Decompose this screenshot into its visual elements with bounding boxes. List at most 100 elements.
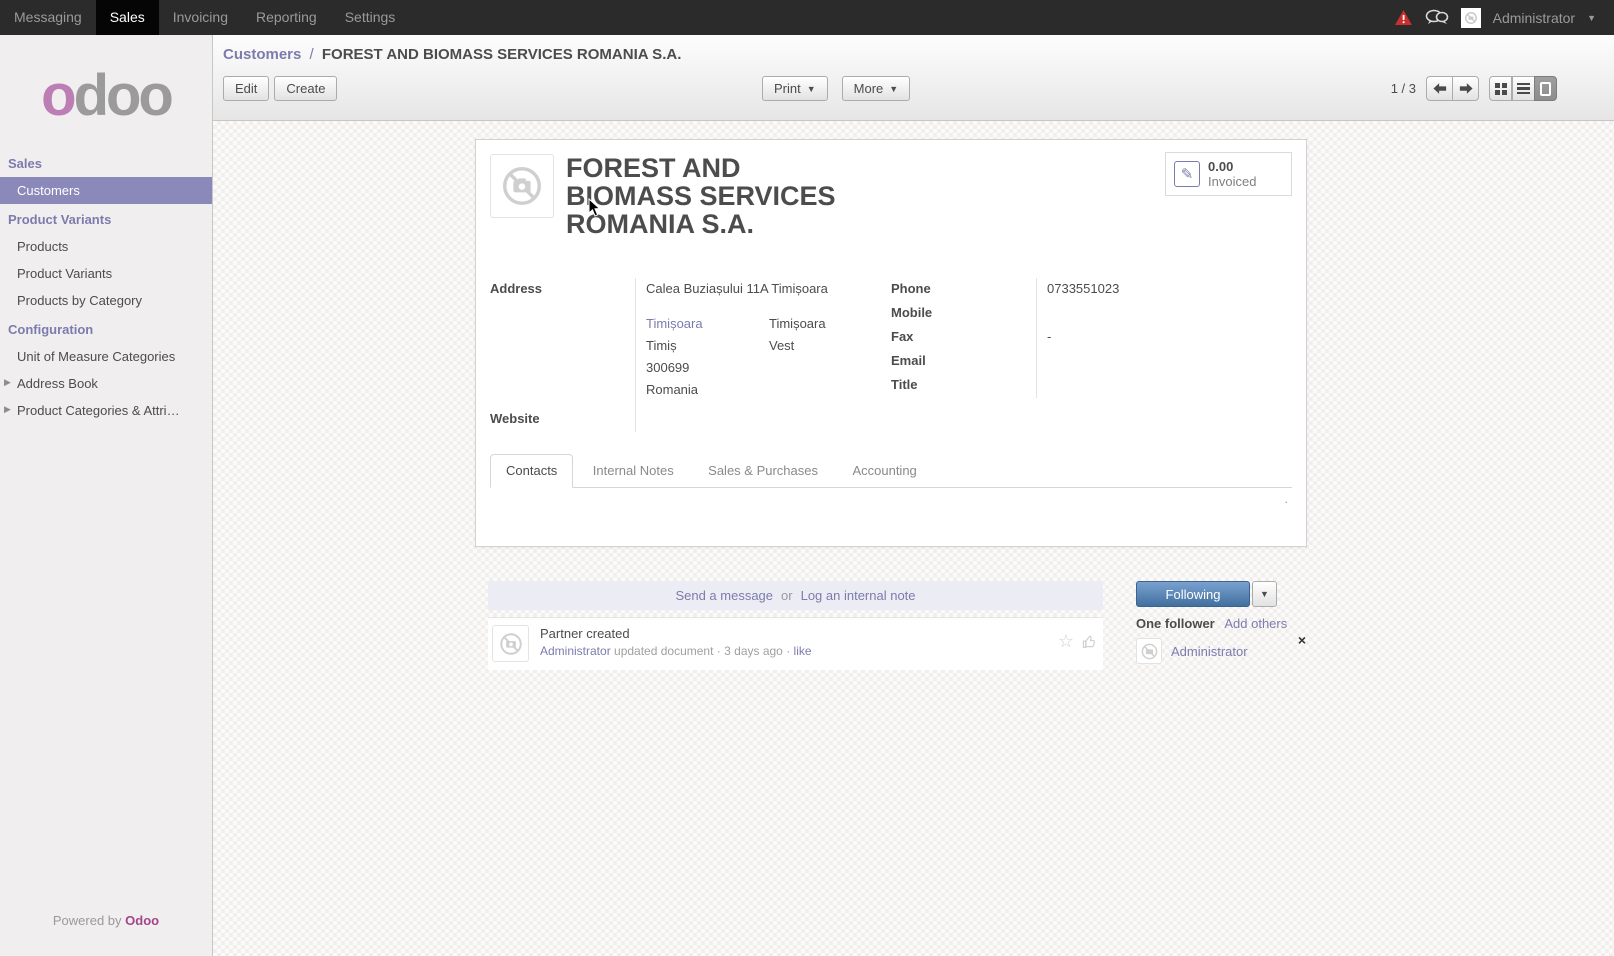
mobile-value [1036, 302, 1292, 326]
expand-arrow-icon[interactable]: ▶ [4, 404, 11, 415]
chatter: Send a message or Log an internal note P… [488, 581, 1306, 670]
star-icon[interactable]: ☆ [1058, 633, 1074, 649]
pager-previous-button[interactable] [1426, 76, 1453, 101]
toolbar: Edit Create Print▼ More▼ 1 / 3 [213, 76, 1614, 102]
sidebar-item-customers[interactable]: Customers [0, 177, 212, 204]
zip: 300699 [646, 357, 769, 379]
sidebar-section-configuration: Configuration [0, 314, 212, 343]
chevron-down-icon: ▼ [1260, 589, 1269, 599]
field-column-right: Phone 0733551023 Mobile Fax - Email Titl… [891, 278, 1292, 432]
warning-icon[interactable] [1394, 9, 1413, 26]
menu-sales[interactable]: Sales [96, 0, 159, 35]
message-thread: Send a message or Log an internal note P… [488, 581, 1103, 670]
kanban-view-button[interactable] [1489, 76, 1512, 101]
message-title: Partner created [540, 625, 1058, 641]
notebook-tabs: Contacts Internal Notes Sales & Purchase… [490, 453, 1292, 488]
powered-by: Powered by Odoo [0, 913, 212, 928]
user-avatar[interactable] [1461, 8, 1481, 28]
contacts-tab-content: . [490, 488, 1292, 532]
composer-bar: Send a message or Log an internal note [488, 581, 1103, 610]
arrow-left-icon [1433, 82, 1447, 95]
odoo-logo: odoo [0, 43, 212, 148]
message-item: Partner created Administrator updated do… [488, 618, 1103, 670]
create-button[interactable]: Create [274, 76, 337, 101]
tab-sales-purchases[interactable]: Sales & Purchases [693, 455, 833, 487]
log-internal-note-link[interactable]: Log an internal note [801, 588, 916, 603]
add-others-link[interactable]: Add others [1224, 616, 1287, 631]
form-view-button[interactable] [1534, 76, 1557, 101]
mark-as-read-icon[interactable] [1080, 633, 1097, 655]
top-bar: Messaging Sales Invoicing Reporting Sett… [0, 0, 1614, 35]
tab-content-dot: . [1285, 492, 1288, 506]
sidebar-item-product-variants[interactable]: Product Variants [0, 260, 212, 287]
partner-image[interactable] [490, 154, 554, 218]
message-author-avatar [492, 625, 529, 662]
following-button[interactable]: Following [1136, 581, 1250, 607]
sidebar-section-sales: Sales [0, 148, 212, 177]
menu-invoicing[interactable]: Invoicing [159, 0, 242, 35]
title-label: Title [891, 374, 1036, 398]
sidebar: odoo Sales Customers Product Variants Pr… [0, 35, 213, 956]
menu-reporting[interactable]: Reporting [242, 0, 331, 35]
following-dropdown-button[interactable]: ▼ [1252, 581, 1277, 607]
content-area: FOREST AND BIOMASS SERVICES ROMANIA S.A.… [213, 121, 1614, 956]
view-switcher [1489, 76, 1557, 101]
remove-follower-button[interactable]: × [1298, 632, 1306, 648]
sidebar-item-address-book[interactable]: ▶Address Book [0, 370, 212, 397]
breadcrumb: Customers / FOREST AND BIOMASS SERVICES … [213, 35, 1614, 63]
state: Timiș [646, 335, 769, 357]
edit-button[interactable]: Edit [223, 76, 269, 101]
sidebar-item-product-categories[interactable]: ▶Product Categories & Attri… [0, 397, 212, 424]
print-button[interactable]: Print▼ [762, 76, 828, 101]
tab-internal-notes[interactable]: Internal Notes [578, 455, 689, 487]
follower-name-link[interactable]: Administrator [1171, 644, 1248, 659]
message-list: Partner created Administrator updated do… [488, 617, 1103, 670]
website-label: Website [490, 408, 635, 432]
phone-label: Phone [891, 278, 1036, 302]
menu-messaging[interactable]: Messaging [0, 0, 96, 35]
email-label: Email [891, 350, 1036, 374]
tab-contacts[interactable]: Contacts [490, 454, 573, 488]
like-link[interactable]: like [794, 644, 812, 658]
message-author-link[interactable]: Administrator [540, 644, 611, 658]
email-value [1036, 350, 1292, 374]
region: Vest [769, 335, 891, 357]
invoiced-label: Invoiced [1208, 174, 1256, 189]
street: Calea Buziașului 11A Timișoara [646, 281, 891, 296]
form-sheet: FOREST AND BIOMASS SERVICES ROMANIA S.A.… [475, 139, 1307, 547]
sidebar-item-products[interactable]: Products [0, 233, 212, 260]
partner-name: FOREST AND BIOMASS SERVICES ROMANIA S.A. [566, 154, 871, 264]
breadcrumb-customers[interactable]: Customers [223, 46, 301, 63]
title-value [1036, 374, 1292, 398]
sidebar-item-unit-of-measure-categories[interactable]: Unit of Measure Categories [0, 343, 212, 370]
main-area: Customers / FOREST AND BIOMASS SERVICES … [213, 35, 1614, 956]
tab-accounting[interactable]: Accounting [837, 455, 931, 487]
menu-settings[interactable]: Settings [331, 0, 410, 35]
message-time: 3 days ago [724, 644, 783, 658]
chat-bubbles-icon[interactable] [1425, 9, 1449, 26]
district: Timișoara [769, 313, 891, 335]
city-link[interactable]: Timișoara [646, 313, 769, 335]
followers-panel: Following ▼ One follower Add others Admi… [1136, 581, 1306, 664]
edit-pencil-icon: ✎ [1174, 161, 1200, 187]
pager-counter: 1 / 3 [1391, 81, 1416, 96]
expand-arrow-icon[interactable]: ▶ [4, 377, 11, 388]
website-value [635, 408, 891, 432]
breadcrumb-current: FOREST AND BIOMASS SERVICES ROMANIA S.A. [322, 46, 681, 63]
chevron-down-icon[interactable]: ▼ [1587, 13, 1596, 23]
sidebar-item-products-by-category[interactable]: Products by Category [0, 287, 212, 314]
more-button[interactable]: More▼ [842, 76, 911, 101]
meta-separator: · [717, 644, 721, 658]
user-menu[interactable]: Administrator [1493, 10, 1575, 26]
send-message-link[interactable]: Send a message [675, 588, 773, 603]
invoiced-value: 0.00 [1208, 159, 1256, 174]
field-group: Address Calea Buziașului 11A Timișoara T… [490, 278, 1292, 432]
follower-avatar [1136, 638, 1162, 664]
breadcrumb-separator: / [306, 46, 318, 63]
kanban-icon [1495, 83, 1507, 95]
odoo-app: Messaging Sales Invoicing Reporting Sett… [0, 0, 1614, 956]
invoiced-stat-button[interactable]: ✎ 0.00 Invoiced [1165, 152, 1292, 196]
list-view-button[interactable] [1512, 76, 1535, 101]
odoo-brand-link[interactable]: Odoo [125, 913, 159, 928]
pager-next-button[interactable] [1452, 76, 1479, 101]
